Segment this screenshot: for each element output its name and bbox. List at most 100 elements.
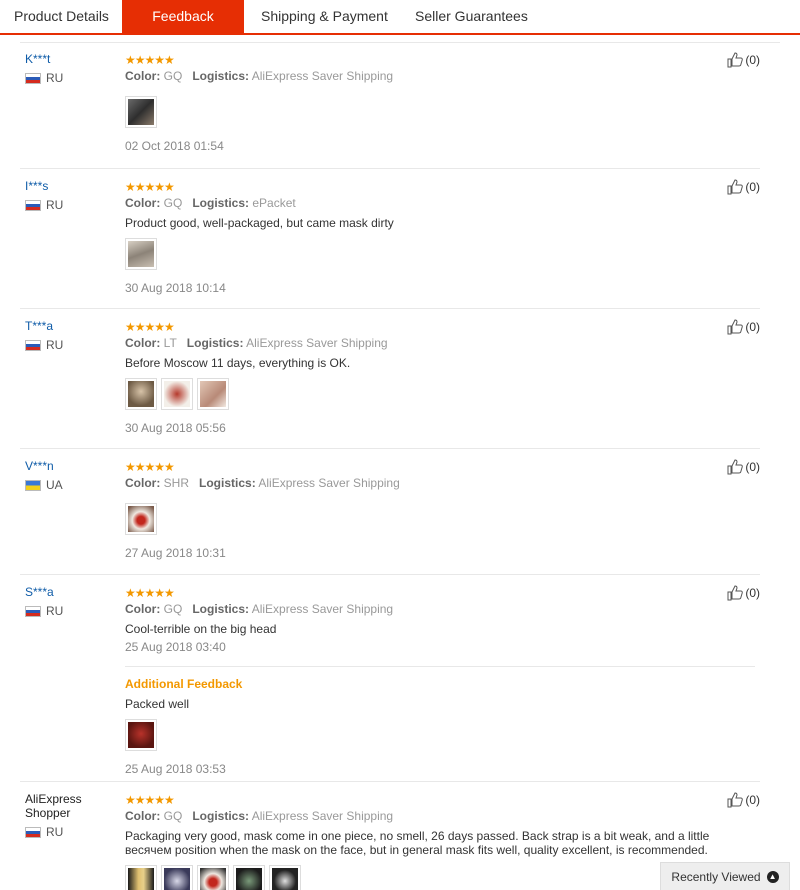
helpful-count: (0) — [745, 180, 760, 194]
logistics-label: Logistics: — [192, 69, 250, 83]
reviewer-name[interactable]: V***n — [25, 459, 115, 473]
review-photo[interactable] — [125, 378, 157, 410]
review-photo[interactable] — [125, 96, 157, 128]
review-text: Cool-terrible on the big head — [125, 622, 277, 636]
review-text: Product good, well-packaged, but came ma… — [125, 216, 394, 230]
tab-seller-guarantees[interactable]: Seller Guarantees — [403, 0, 540, 33]
additional-feedback-title: Additional Feedback — [125, 677, 243, 691]
tab-product-details[interactable]: Product Details — [2, 0, 121, 33]
helpful-count: (0) — [745, 460, 760, 474]
review-item: K***t RU ★★★★★ Color: GQ Logistics: AliEx… — [20, 42, 760, 169]
reviewer-country: RU — [46, 604, 64, 618]
review-photo[interactable] — [233, 865, 265, 890]
recently-viewed-button[interactable]: Recently Viewed ▲ — [660, 862, 790, 890]
flag-ua-icon — [25, 479, 41, 491]
logistics-label: Logistics: — [186, 336, 244, 350]
review-item: S***a RU ★★★★★ Color: GQ Logistics: AliEx… — [20, 575, 760, 782]
helpful-count: (0) — [745, 320, 760, 334]
reviewer-name[interactable]: AliExpress Shopper — [25, 792, 115, 820]
color-label: Color: — [125, 69, 161, 83]
additional-feedback-date: 25 Aug 2018 03:53 — [125, 762, 226, 776]
reviewer-country: RU — [46, 825, 64, 839]
helpful-button[interactable]: (0) — [727, 585, 760, 601]
reviewer-name[interactable]: S***a — [25, 585, 115, 599]
review-photo[interactable] — [125, 865, 157, 890]
color-label: Color: — [125, 336, 161, 350]
logistics-value: AliExpress Saver Shipping — [246, 336, 388, 350]
star-rating: ★★★★★ — [125, 586, 175, 600]
color-label: Color: — [125, 476, 161, 490]
star-rating: ★★★★★ — [125, 460, 175, 474]
thumbs-up-icon — [727, 792, 744, 808]
helpful-button[interactable]: (0) — [727, 179, 760, 195]
color-value: GQ — [163, 809, 183, 823]
review-date: 02 Oct 2018 01:54 — [125, 139, 224, 153]
logistics-label: Logistics: — [199, 476, 256, 490]
reviewer-country: UA — [46, 478, 63, 492]
reviewer-name[interactable]: I***s — [25, 179, 115, 193]
flag-ru-icon — [25, 605, 41, 617]
logistics-label: Logistics: — [192, 602, 250, 616]
review-date: 27 Aug 2018 10:31 — [125, 546, 226, 560]
color-value: GQ — [163, 69, 183, 83]
helpful-button[interactable]: (0) — [727, 792, 760, 808]
additional-feedback: Additional Feedback Packed well 25 Aug 2… — [125, 666, 755, 776]
logistics-label: Logistics: — [192, 809, 250, 823]
review-item: I***s RU ★★★★★ Color: GQ Logistics: ePack… — [20, 169, 760, 309]
star-rating: ★★★★★ — [125, 180, 175, 194]
chevron-up-icon: ▲ — [766, 870, 779, 883]
review-photo[interactable] — [197, 865, 229, 890]
helpful-button[interactable]: (0) — [727, 319, 760, 335]
review-photo[interactable] — [125, 503, 157, 535]
thumbs-up-icon — [727, 52, 744, 68]
logistics-label: Logistics: — [192, 196, 250, 210]
thumbs-up-icon — [727, 319, 744, 335]
review-photo[interactable] — [161, 865, 193, 890]
logistics-value: AliExpress Saver Shipping — [251, 602, 394, 616]
logistics-value: AliExpress Saver Shipping — [251, 69, 394, 83]
reviewer-name[interactable]: K***t — [25, 52, 115, 66]
review-photo[interactable] — [125, 238, 157, 270]
flag-ru-icon — [25, 199, 41, 211]
helpful-button[interactable]: (0) — [727, 459, 760, 475]
star-rating: ★★★★★ — [125, 320, 175, 334]
review-text: Packaging very good, mask come in one pi… — [125, 829, 710, 857]
reviewer-country: RU — [46, 71, 64, 85]
review-item: T***a RU ★★★★★ Color: LT Logistics: AliEx… — [20, 309, 760, 449]
review-date: 30 Aug 2018 10:14 — [125, 281, 226, 295]
thumbs-up-icon — [727, 585, 744, 601]
helpful-count: (0) — [745, 53, 760, 67]
tab-bar: Product Details Feedback (135) Shipping … — [0, 0, 800, 56]
reviewer-country: RU — [46, 338, 64, 352]
flag-ru-icon — [25, 72, 41, 84]
tab-shipping-payment[interactable]: Shipping & Payment — [249, 0, 400, 33]
review-text: Before Moscow 11 days, everything is OK. — [125, 356, 351, 370]
reviewer-info: K***t RU — [25, 52, 115, 85]
additional-feedback-text: Packed well — [125, 697, 190, 711]
reviewer-country: RU — [46, 198, 64, 212]
star-rating: ★★★★★ — [125, 793, 175, 807]
helpful-count: (0) — [745, 793, 760, 807]
color-value: SHR — [163, 476, 190, 490]
flag-ru-icon — [25, 339, 41, 351]
recently-viewed-label: Recently Viewed — [671, 869, 761, 884]
review-photo[interactable] — [125, 719, 157, 751]
review-photo[interactable] — [197, 378, 229, 410]
reviewer-name[interactable]: T***a — [25, 319, 115, 333]
logistics-value: AliExpress Saver Shipping — [251, 809, 394, 823]
color-value: GQ — [163, 602, 183, 616]
review-photo[interactable] — [161, 378, 193, 410]
color-label: Color: — [125, 602, 161, 616]
review-item: V***n UA ★★★★★ Color: SHR Logistics: AliE… — [20, 449, 760, 575]
review-item: AliExpress Shopper RU ★★★★★ Color: GQ Log… — [20, 782, 760, 890]
color-value: GQ — [163, 196, 183, 210]
review-photo[interactable] — [269, 865, 301, 890]
helpful-button[interactable]: (0) — [727, 52, 760, 68]
flag-ru-icon — [25, 826, 41, 838]
color-value: LT — [163, 336, 177, 350]
tab-feedback[interactable]: Feedback (135) — [122, 0, 244, 56]
review-date: 25 Aug 2018 03:40 — [125, 640, 226, 654]
logistics-value: AliExpress Saver Shipping — [258, 476, 400, 490]
thumbs-up-icon — [727, 459, 744, 475]
star-rating: ★★★★★ — [125, 53, 175, 67]
